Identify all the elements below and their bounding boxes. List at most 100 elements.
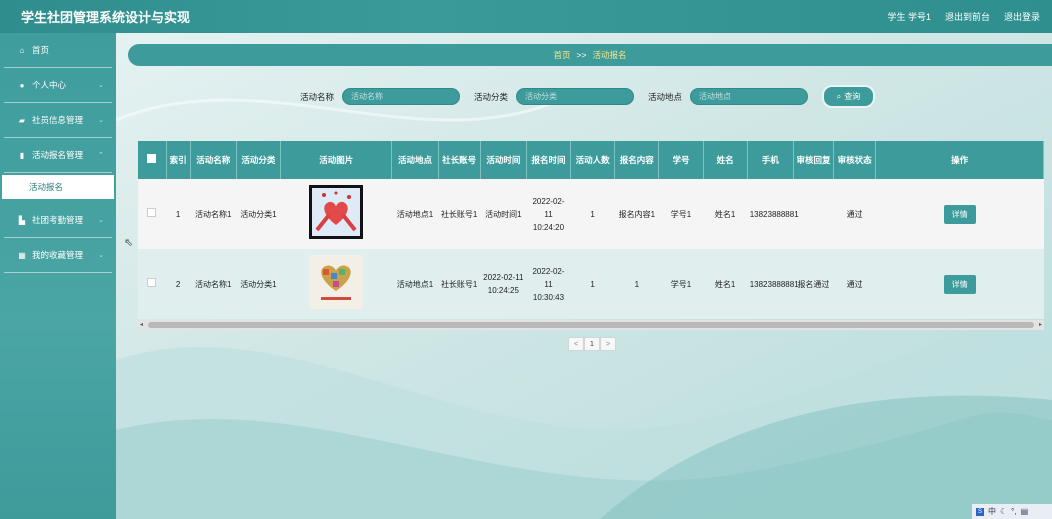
cell-name: 活动名称1 [190,249,237,319]
header-cell: 姓名 [703,141,748,179]
ime-language[interactable]: 中 [988,506,996,517]
sidebar-item-label: 社员信息管理 [32,115,84,125]
header-cell: 活动分类 [236,141,282,179]
chevron-down-icon: ⌄ [98,252,104,259]
activity-image-hearts[interactable] [309,185,364,239]
keyboard-icon[interactable]: ▤ [1021,507,1029,516]
user-icon: ● [19,80,25,90]
cell-category: 活动分类1 [236,249,281,319]
activity-place-input[interactable] [690,88,809,105]
cell-signup-time: 2022-02-11 10:24:20 [526,179,571,249]
scrollbar-thumb[interactable] [148,322,1034,328]
cell-image [280,179,392,249]
scroll-right-icon[interactable]: ▸ [1039,320,1042,330]
header-cell: 索引 [166,141,191,179]
cell-student-id: 学号1 [658,179,704,249]
page-number[interactable]: 1 [584,337,600,351]
bar-chart-icon: ▙ [18,215,26,225]
header-cell: 报名内容 [614,141,660,179]
header-cell: 活动名称 [190,141,237,179]
sidebar-subitem-signup[interactable]: 活动报名 [2,175,114,199]
activity-name-label: 活动名称 [300,91,335,102]
user-info: 学生 学号1 [887,12,931,22]
scroll-left-icon[interactable]: ◂ [140,320,143,330]
row-checkbox[interactable] [138,179,167,249]
header-cell: 审核回复 [793,141,835,179]
activity-category-input[interactable] [516,88,635,105]
logout-link[interactable]: 退出登录 [1004,10,1040,23]
home-icon: ⌂ [19,45,25,55]
document-icon: ▮ [19,150,25,160]
cell-student-id: 学号1 [658,249,704,319]
moon-icon[interactable]: ☾ [1000,507,1007,516]
header-cell: 审核状态 [833,141,877,179]
breadcrumb-home[interactable]: 首页 [554,49,571,61]
cell-student-name: 姓名1 [703,249,748,319]
cell-content: 1 [614,249,659,319]
cell-status: 通过 [833,179,876,249]
activity-place-label: 活动地点 [648,91,683,102]
next-page-button[interactable]: > [600,337,616,351]
header-cell: 社长账号 [438,141,481,179]
cell-reply [793,179,834,249]
cell-index: 2 [166,249,191,319]
cell-status: 通过 [833,249,876,319]
cell-student-name: 姓名1 [703,179,748,249]
cell-phone: 13823888881 [747,249,799,319]
header-cell: 活动时间 [480,141,527,179]
header-cell: 报名时间 [526,141,572,179]
cell-actions: 详情 [875,179,1044,249]
horizontal-scrollbar[interactable]: ◂ ▸ [138,320,1044,330]
pagination: < 1 > [568,337,616,351]
search-button[interactable]: ⌕ 查询 [822,85,876,108]
cell-reply: 报名通过 [793,249,834,319]
table-row: 2 活动名称1 活动分类1 活动地点1 社长账号1 2022-02-11 10:… [138,249,1044,319]
chevron-down-icon: ⌄ [98,217,104,224]
sidebar-item-activity-signup[interactable]: ▮ 活动报名管理 ⌃ [4,138,112,173]
cell-signup-time: 2022-02-11 10:30:43 [526,249,571,319]
sidebar-item-attendance[interactable]: ▙ 社团考勤管理 ⌄ [4,203,112,238]
table-header-row: 索引 活动名称 活动分类 活动图片 活动地点 社长账号 活动时间 报名时间 活动… [138,141,1044,179]
activity-image-heart-collage[interactable] [309,255,364,309]
header-cell: 活动地点 [391,141,439,179]
breadcrumb-current: 活动报名 [592,50,627,60]
detail-button[interactable]: 详情 [943,204,976,224]
cell-actions: 详情 [875,249,1044,319]
grid-icon: ▦ [18,250,26,260]
sidebar-item-members[interactable]: ▰ 社员信息管理 ⌄ [4,103,112,138]
system-tray: S 中 ☾ °, ▤ [972,504,1052,519]
sidebar-item-label: 首页 [32,45,50,55]
row-checkbox[interactable] [138,249,167,319]
sidebar-item-home[interactable]: ⌂ 首页 [4,33,112,68]
input-method-icon[interactable]: S [976,507,984,516]
header-cell: 手机 [747,141,794,179]
chevron-down-icon: ⌄ [98,82,104,89]
sidebar-item-label: 社团考勤管理 [32,215,84,225]
top-bar: 学生社团管理系统设计与实现 学生 学号1 退出到前台 退出登录 [0,0,1052,33]
table-row: 1 活动名称1 活动分类1 活动地点1 社长账号1 活动时间1 2022-02-… [138,179,1044,249]
activity-name-input[interactable] [342,88,461,105]
chevron-down-icon: ⌄ [98,117,104,124]
sidebar-item-label: 活动报名管理 [32,150,84,160]
search-icon: ⌕ [836,91,842,101]
cell-category: 活动分类1 [236,179,281,249]
cell-count: 1 [570,179,615,249]
cell-phone: 13823888881 [747,179,799,249]
cell-activity-time: 2022-02-11 10:24:25 [480,249,527,319]
breadcrumb: 首页 >> 活动报名 [128,44,1052,66]
sidebar-item-label: 我的收藏管理 [32,250,84,260]
cell-leader: 社长账号1 [438,179,481,249]
prev-page-button[interactable]: < [568,337,584,351]
id-card-icon: ▰ [18,115,26,125]
sidebar-item-favorites[interactable]: ▦ 我的收藏管理 ⌄ [4,238,112,273]
sidebar-item-profile[interactable]: ● 个人中心 ⌄ [4,68,112,103]
cell-count: 1 [570,249,615,319]
detail-button[interactable]: 详情 [943,274,976,294]
sidebar: ⌂ 首页 ● 个人中心 ⌄ ▰ 社员信息管理 ⌄ ▮ 活动报名管理 ⌃ 活动报名… [0,33,116,519]
search-bar: 活动名称 活动分类 活动地点 ⌕ 查询 [300,85,876,108]
cell-content: 报名内容1 [614,179,659,249]
back-to-front-link[interactable]: 退出到前台 [945,10,990,23]
header-cell: 活动人数 [570,141,616,179]
punctuation-icon[interactable]: °, [1011,507,1016,516]
select-all-checkbox[interactable] [138,141,167,179]
